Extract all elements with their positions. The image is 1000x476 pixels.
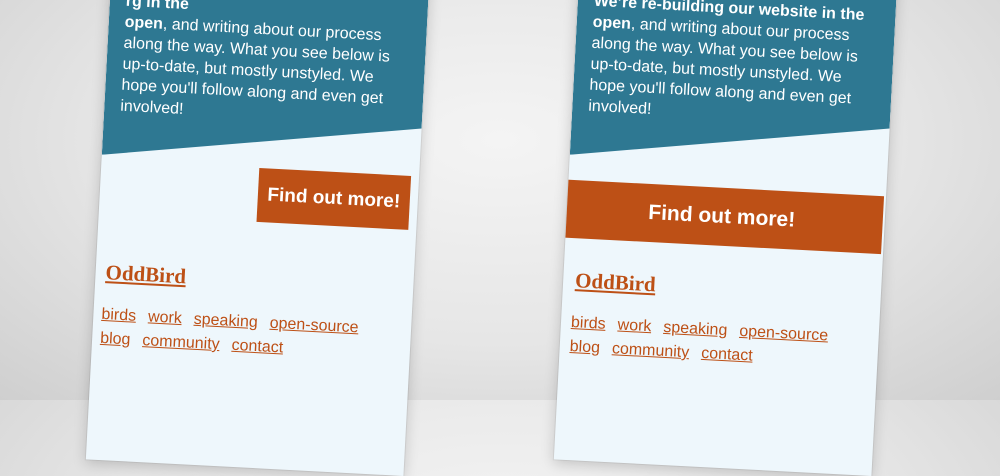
nav-link-speaking[interactable]: speaking — [663, 318, 728, 341]
oddbird-logo-link[interactable]: OddBird — [575, 268, 657, 297]
find-out-more-button[interactable]: Find out more! — [559, 179, 885, 255]
site-nav: birds work speaking open-source blog com… — [569, 313, 851, 372]
nav-link-birds[interactable]: birds — [570, 313, 607, 335]
nav-link-speaking[interactable]: speaking — [193, 310, 258, 333]
intro-paragraph: rg in the open, and writing about our pr… — [120, 0, 416, 132]
find-out-more-label: Find out more! — [647, 200, 796, 232]
mobile-view-narrow: rg in the open, and writing about our pr… — [85, 0, 430, 476]
nav-link-work[interactable]: work — [617, 315, 652, 337]
intro-bold-end: open — [592, 13, 632, 33]
intro-bold-end: open — [124, 13, 164, 33]
nav-link-contact[interactable]: contact — [701, 344, 754, 367]
nav-link-open-source[interactable]: open-source — [739, 322, 829, 347]
oddbird-logo-link[interactable]: OddBird — [105, 260, 187, 289]
nav-link-open-source[interactable]: open-source — [269, 314, 359, 339]
nav-link-contact[interactable]: contact — [231, 336, 284, 359]
nav-link-blog[interactable]: blog — [569, 337, 600, 359]
find-out-more-button[interactable]: Find out more! — [256, 167, 412, 230]
nav-link-blog[interactable]: blog — [100, 329, 131, 351]
mobile-view-wide: We’re re-building our website in the ope… — [553, 0, 898, 476]
nav-link-community[interactable]: community — [142, 331, 220, 355]
nav-link-birds[interactable]: birds — [101, 305, 137, 327]
site-nav: birds work speaking open-source blog com… — [100, 305, 382, 364]
nav-link-work[interactable]: work — [148, 307, 183, 329]
intro-bold-fragment: rg in the — [125, 0, 190, 14]
nav-link-community[interactable]: community — [611, 339, 690, 363]
find-out-more-label: Find out more! — [266, 184, 401, 213]
screenshot-stage: rg in the open, and writing about our pr… — [0, 0, 1000, 476]
intro-paragraph: We’re re-building our website in the ope… — [588, 0, 884, 132]
